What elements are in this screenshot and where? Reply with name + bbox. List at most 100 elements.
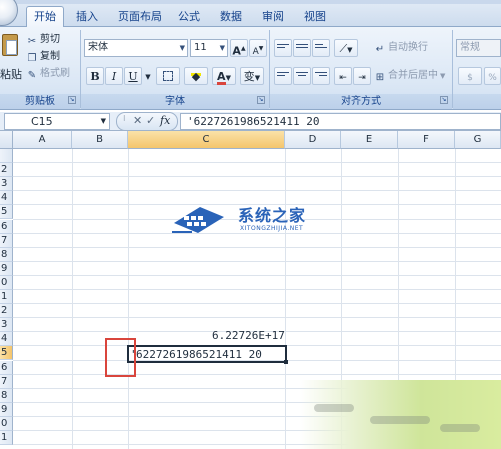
row-header[interactable]: 3 xyxy=(0,177,13,192)
align-bottom-button[interactable] xyxy=(312,39,330,57)
chevron-down-icon: ▼ xyxy=(100,117,106,125)
merge-center-button[interactable]: ⊞ 合并后居中 ▼ xyxy=(374,68,446,84)
active-cell-outline[interactable] xyxy=(127,345,287,363)
gridline xyxy=(13,303,501,305)
paste-button[interactable]: 粘贴 xyxy=(0,30,22,90)
underline-button[interactable]: U xyxy=(124,67,142,85)
tab-formulas[interactable]: 公式 xyxy=(172,7,206,27)
row-header[interactable]: 8 xyxy=(0,247,13,262)
tab-view[interactable]: 视图 xyxy=(298,7,332,27)
format-painter-button[interactable]: ✎ 格式刷 xyxy=(26,66,70,82)
row-header[interactable]: 1 xyxy=(0,290,13,304)
shrink-font-button[interactable]: A▼ xyxy=(249,39,267,57)
font-color-icon: A xyxy=(217,70,226,85)
worksheet-grid[interactable]: A B C D E F G 23456789012345678901 6.227… xyxy=(0,131,501,449)
row-header[interactable]: 4 xyxy=(0,332,13,347)
wrap-text-button[interactable]: ↵ 自动换行 xyxy=(374,40,428,56)
align-center-button[interactable] xyxy=(293,67,311,85)
enter-icon[interactable]: ✓ xyxy=(146,114,155,127)
row-header[interactable]: 2 xyxy=(0,163,13,178)
scissors-icon: ✂ xyxy=(27,36,37,47)
percent-style-button[interactable]: % xyxy=(484,67,501,85)
bold-button[interactable]: B xyxy=(86,67,104,85)
format-painter-label: 格式刷 xyxy=(40,68,70,79)
row-header[interactable]: 7 xyxy=(0,233,13,248)
font-dialog-launcher-icon[interactable]: ↘ xyxy=(257,96,265,104)
tab-review[interactable]: 审阅 xyxy=(256,7,290,27)
font-size-combo[interactable]: 11 ▼ xyxy=(190,39,228,57)
increase-indent-button[interactable]: ⇥ xyxy=(353,67,371,85)
tab-insert[interactable]: 插入 xyxy=(70,7,104,27)
borders-icon xyxy=(163,71,173,81)
column-header-b[interactable]: B xyxy=(72,131,128,149)
row-header[interactable]: 5 xyxy=(0,205,13,220)
row-header[interactable]: 6 xyxy=(0,360,13,375)
row-header[interactable]: 5 xyxy=(0,346,13,361)
number-group-caption xyxy=(453,94,501,109)
align-middle-icon xyxy=(296,44,308,48)
grow-font-button[interactable]: A▲ xyxy=(230,39,248,58)
row-header[interactable]: 1 xyxy=(0,431,13,445)
borders-button[interactable] xyxy=(156,67,180,85)
gridline xyxy=(13,373,501,375)
phonetic-button[interactable]: 变▼ xyxy=(240,67,264,85)
row-header[interactable]: 4 xyxy=(0,191,13,206)
column-header-c[interactable]: C xyxy=(128,131,285,149)
tab-page-layout[interactable]: 页面布局 xyxy=(112,7,168,27)
font-name-combo[interactable]: 宋体 ▼ xyxy=(84,39,188,57)
align-middle-button[interactable] xyxy=(293,39,311,57)
row-header[interactable]: 3 xyxy=(0,318,13,333)
copy-button[interactable]: ❐ 复制 xyxy=(26,49,60,65)
clipboard-dialog-launcher-icon[interactable]: ↘ xyxy=(68,96,76,104)
watermark-title: 系统之家 xyxy=(238,206,307,225)
drag-handle-icon[interactable]: ⁝ xyxy=(123,114,126,123)
font-name-value: 宋体 xyxy=(88,42,108,53)
cancel-icon[interactable]: ✕ xyxy=(133,114,142,127)
currency-icon: $ xyxy=(467,73,473,83)
row-header[interactable]: 2 xyxy=(0,304,13,319)
column-header-d[interactable]: D xyxy=(285,131,341,149)
align-left-icon xyxy=(277,72,289,76)
column-header-f[interactable]: F xyxy=(398,131,455,149)
insert-function-icon[interactable]: fx xyxy=(160,114,170,127)
decrease-indent-button[interactable]: ⇤ xyxy=(334,67,352,85)
row-header[interactable]: 9 xyxy=(0,402,13,417)
alignment-dialog-launcher-icon[interactable]: ↘ xyxy=(440,96,448,104)
row-header[interactable]: 9 xyxy=(0,261,13,276)
align-right-button[interactable] xyxy=(312,67,330,85)
column-header-g[interactable]: G xyxy=(455,131,501,149)
copy-label: 复制 xyxy=(40,51,60,62)
chevron-down-icon: ▼ xyxy=(225,74,231,82)
cut-button[interactable]: ✂ 剪切 xyxy=(26,32,60,48)
font-color-button[interactable]: A▼ xyxy=(212,67,236,85)
align-left-button[interactable] xyxy=(274,67,292,85)
select-all-corner[interactable] xyxy=(0,131,13,149)
name-box[interactable]: C15 ▼ xyxy=(4,113,110,130)
tab-home[interactable]: 开始 xyxy=(26,6,64,28)
accounting-format-button[interactable]: $ xyxy=(458,67,482,85)
column-header-a[interactable]: A xyxy=(13,131,72,149)
number-format-combo[interactable]: 常规 xyxy=(456,39,501,57)
cell-c14[interactable]: 6.22726E+17 xyxy=(212,329,285,343)
gridline xyxy=(13,190,501,192)
fill-handle[interactable] xyxy=(284,360,288,364)
office-button[interactable] xyxy=(0,0,18,26)
fill-color-button[interactable]: ◆ xyxy=(184,67,208,85)
chevron-down-icon: ▼ xyxy=(254,74,261,82)
clipboard-icon xyxy=(2,34,18,56)
italic-button[interactable]: I xyxy=(105,67,123,85)
percent-icon: % xyxy=(488,73,497,83)
orientation-button[interactable]: ⟋▼ xyxy=(334,39,358,57)
column-header-e[interactable]: E xyxy=(341,131,398,149)
underline-dropdown-icon[interactable]: ▼ xyxy=(143,67,153,85)
row-header[interactable] xyxy=(0,149,13,163)
row-header[interactable]: 6 xyxy=(0,219,13,234)
row-header[interactable]: 0 xyxy=(0,416,13,431)
row-header[interactable]: 8 xyxy=(0,388,13,403)
row-header[interactable]: 0 xyxy=(0,275,13,290)
formula-input[interactable]: '6227261986521411 20 xyxy=(180,113,501,130)
row-header[interactable]: 7 xyxy=(0,374,13,389)
align-center-icon xyxy=(296,72,308,76)
tab-data[interactable]: 数据 xyxy=(214,7,248,27)
align-top-button[interactable] xyxy=(274,39,292,57)
